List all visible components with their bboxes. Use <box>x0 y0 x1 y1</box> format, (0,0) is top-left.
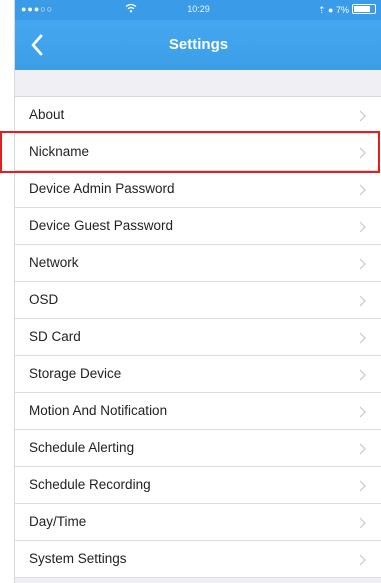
settings-item-label: Network <box>29 255 79 270</box>
chevron-right-icon <box>359 294 366 312</box>
settings-item-storage-device[interactable]: Storage Device <box>15 356 381 393</box>
settings-item-device-admin-password[interactable]: Device Admin Password <box>15 171 381 208</box>
status-bar: ●●●○○ 10:29 ⇡ ● 7% <box>15 0 381 20</box>
chevron-right-icon <box>359 109 366 127</box>
navigation-bar: Settings <box>15 20 381 70</box>
chevron-right-icon <box>359 405 366 423</box>
settings-item-label: System Settings <box>29 551 127 566</box>
settings-item-schedule-recording[interactable]: Schedule Recording <box>15 467 381 504</box>
page-title: Settings <box>168 36 229 53</box>
settings-item-device-guest-password[interactable]: Device Guest Password <box>15 208 381 245</box>
status-right: ⇡ ● 7% <box>318 4 376 16</box>
settings-item-label: SD Card <box>29 329 81 344</box>
chevron-right-icon <box>359 553 366 571</box>
status-right-text: ⇡ ● 7% <box>318 5 349 15</box>
chevron-right-icon <box>359 146 366 164</box>
settings-item-day-time[interactable]: Day/Time <box>15 504 381 541</box>
settings-item-sd-card[interactable]: SD Card <box>15 319 381 356</box>
settings-list: About Nickname Device Admin Password Device… <box>15 96 381 578</box>
settings-item-label: Schedule Alerting <box>29 440 135 455</box>
settings-item-label: About <box>29 107 65 122</box>
settings-item-system-settings[interactable]: System Settings <box>15 541 381 578</box>
settings-item-network[interactable]: Network <box>15 245 381 282</box>
chevron-right-icon <box>359 257 366 275</box>
settings-item-motion-and-notification[interactable]: Motion And Notification <box>15 393 381 430</box>
settings-item-label: Storage Device <box>29 366 122 381</box>
chevron-right-icon <box>359 368 366 386</box>
chevron-right-icon <box>359 479 366 497</box>
chevron-right-icon <box>359 331 366 349</box>
settings-item-label: Device Guest Password <box>29 218 174 233</box>
settings-item-about[interactable]: About <box>15 97 381 134</box>
phone-screen: ●●●○○ 10:29 ⇡ ● 7% Settings About Nicknam… <box>14 0 381 583</box>
settings-item-nickname[interactable]: Nickname <box>15 134 381 171</box>
settings-item-label: Schedule Recording <box>29 477 151 492</box>
chevron-right-icon <box>359 516 366 534</box>
chevron-right-icon <box>359 442 366 460</box>
battery-icon <box>352 4 376 14</box>
settings-item-label: Day/Time <box>29 514 87 529</box>
settings-item-label: Nickname <box>29 144 90 159</box>
settings-item-label: OSD <box>29 292 59 307</box>
settings-item-label: Device Admin Password <box>29 181 175 196</box>
settings-item-label: Motion And Notification <box>29 403 168 418</box>
chevron-right-icon <box>359 220 366 238</box>
settings-item-osd[interactable]: OSD <box>15 282 381 319</box>
settings-item-schedule-alerting[interactable]: Schedule Alerting <box>15 430 381 467</box>
chevron-right-icon <box>359 183 366 201</box>
